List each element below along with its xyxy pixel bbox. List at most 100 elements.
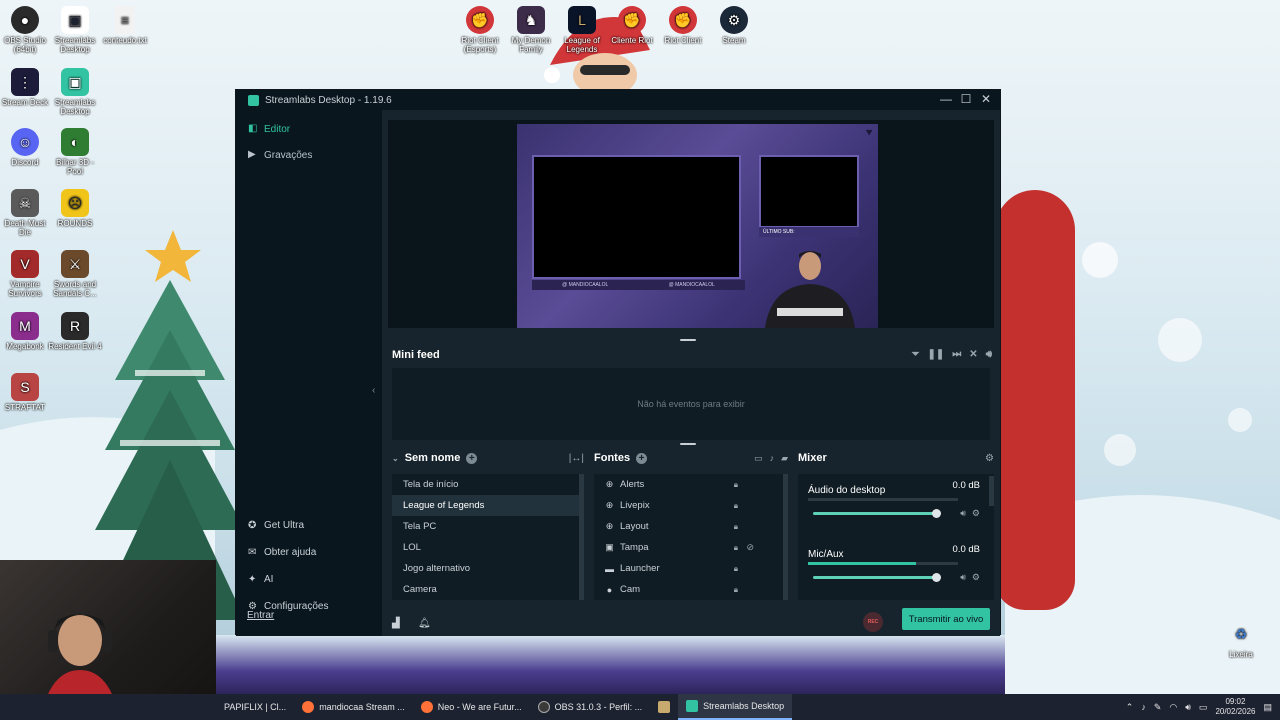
source-item[interactable]: ▣ Tampa 🔒︎ ⊘ bbox=[594, 537, 788, 558]
close-button[interactable]: ✕ bbox=[976, 92, 996, 108]
last-sub-label: ÚLTIMO SUB: bbox=[759, 227, 859, 237]
pause-icon[interactable]: ❚❚ bbox=[928, 349, 945, 360]
taskbar-item[interactable]: OBS 31.0.3 - Perfil: ... bbox=[530, 694, 651, 720]
desktop-icon[interactable]: ☺ Discord bbox=[0, 128, 52, 167]
lock-icon[interactable]: 🔒︎ bbox=[734, 522, 738, 532]
bell-icon[interactable]: 🔔︎ bbox=[418, 618, 431, 629]
add-source-button[interactable]: + bbox=[636, 452, 648, 464]
transition-icon[interactable]: |↔| bbox=[569, 453, 584, 464]
mic-icon[interactable]: ♪ bbox=[770, 453, 775, 464]
add-scene-button[interactable]: + bbox=[466, 452, 478, 464]
scene-item[interactable]: League of Legends bbox=[392, 495, 584, 516]
desktop-icon[interactable]: M Megabonk bbox=[0, 312, 52, 351]
taskbar-item[interactable]: PAPIFLIX | Cl... bbox=[216, 694, 294, 720]
scene-item[interactable]: Camera bbox=[392, 579, 584, 600]
pen-icon[interactable]: ✎ bbox=[1154, 702, 1162, 713]
scene-item[interactable]: Jogo alternativo bbox=[392, 558, 584, 579]
nav-ai[interactable]: ✦ AI bbox=[236, 566, 382, 593]
battery-icon[interactable]: ▭ bbox=[1199, 702, 1208, 713]
record-button[interactable]: REC bbox=[863, 612, 883, 632]
desktop-icon[interactable]: ☠ Death Must Die bbox=[0, 189, 52, 237]
scene-collection-name[interactable]: Sem nome bbox=[405, 452, 461, 464]
notification-icon[interactable]: ▤ bbox=[1263, 702, 1272, 713]
desktop-icon[interactable]: ♞ My Demon Family bbox=[504, 6, 558, 54]
maximize-button[interactable]: ☐ bbox=[956, 92, 976, 108]
resize-handle[interactable] bbox=[680, 443, 696, 445]
folder-icon[interactable]: ▰ bbox=[781, 453, 788, 464]
desktop-icon[interactable]: ◐ Bilhar 3D - Pool bbox=[48, 128, 102, 176]
slider-knob[interactable] bbox=[932, 573, 941, 582]
hidden-eye-icon[interactable]: ⊘ bbox=[746, 542, 754, 553]
volume-icon[interactable]: 🔊︎ bbox=[1185, 702, 1191, 713]
taskbar-item[interactable]: Neo - We are Futur... bbox=[413, 694, 530, 720]
go-live-button[interactable]: Transmitir ao vivo bbox=[902, 608, 990, 630]
scene-item[interactable]: Tela PC bbox=[392, 516, 584, 537]
source-item[interactable]: ● Cam 🔒︎ bbox=[594, 579, 788, 600]
nav-editor[interactable]: ◧ Editor bbox=[236, 116, 382, 142]
nav-get-ultra[interactable]: ✪ Get Ultra bbox=[236, 512, 382, 539]
desktop-icon[interactable]: ⋮ Stream Deck bbox=[0, 68, 52, 107]
minimize-button[interactable]: — bbox=[936, 92, 956, 108]
collapse-sidebar-icon[interactable]: ‹ bbox=[372, 385, 375, 396]
desktop-icon[interactable]: ⚙ Steam bbox=[707, 6, 761, 45]
wifi-icon[interactable]: ◠ bbox=[1169, 702, 1177, 713]
desktop-icon[interactable]: ✊ Cliente Riot bbox=[605, 6, 659, 45]
mute-notifications-icon[interactable]: ✕ bbox=[969, 349, 977, 360]
stream-preview[interactable]: ⯆ ÚLTIMO SUB: @ MANDIOCAALOL @ MANDIOCAA… bbox=[388, 120, 994, 328]
desktop-icon[interactable]: ♻ Lixeira bbox=[1214, 620, 1268, 660]
volume-icon[interactable]: 🔊︎ bbox=[986, 349, 992, 360]
desktop-icon[interactable]: ▣ Streamlabs Desktop bbox=[48, 6, 102, 54]
filter-icon[interactable]: ⏷ bbox=[912, 349, 920, 360]
desktop-icon[interactable]: R Resident Evil 4 bbox=[48, 312, 102, 351]
scene-item[interactable]: LOL bbox=[392, 537, 584, 558]
taskbar-item[interactable]: mandiocaa Stream ... bbox=[294, 694, 413, 720]
desktop-icon[interactable]: V Vampire Survivors bbox=[0, 250, 52, 298]
source-item[interactable]: ⊕ Livepix 🔒︎ bbox=[594, 495, 788, 516]
lock-icon[interactable]: 🔒︎ bbox=[734, 480, 738, 490]
skip-icon[interactable]: ⏭ bbox=[952, 349, 961, 360]
clock[interactable]: 09:02 20/02/2026 bbox=[1215, 697, 1255, 717]
nav-recordings[interactable]: ▶ Gravações bbox=[236, 142, 382, 168]
streamer-render bbox=[765, 251, 855, 328]
gear-icon[interactable]: ⚙ bbox=[985, 453, 994, 464]
volume-icon[interactable]: 🔊︎ bbox=[960, 508, 966, 519]
lock-icon[interactable]: 🔒︎ bbox=[734, 501, 738, 511]
lock-icon[interactable]: 🔒︎ bbox=[734, 585, 738, 595]
chevron-down-icon[interactable]: ⌄ bbox=[392, 454, 399, 463]
desktop-icon[interactable]: S STRAFTAT bbox=[0, 373, 52, 412]
volume-meter bbox=[808, 498, 958, 501]
gear-icon[interactable]: ⚙ bbox=[972, 572, 980, 583]
slider-knob[interactable] bbox=[932, 509, 941, 518]
window-title: Streamlabs Desktop - 1.19.6 bbox=[265, 94, 392, 106]
desktop-icon[interactable]: ▣ Streamlabs Desktop bbox=[48, 68, 102, 116]
display-icon[interactable]: ▭ bbox=[754, 453, 763, 464]
resize-handle[interactable] bbox=[680, 339, 696, 341]
volume-icon[interactable]: 🔊︎ bbox=[960, 572, 966, 583]
desktop-icon[interactable]: ✊ Riot Client bbox=[656, 6, 710, 45]
taskbar-item[interactable]: Streamlabs Desktop bbox=[678, 694, 793, 720]
taskbar-item[interactable] bbox=[650, 694, 678, 720]
chevron-up-icon[interactable]: ⌃ bbox=[1126, 702, 1134, 713]
desktop-icon[interactable]: ✊ Riot Client (Esports) bbox=[453, 6, 507, 54]
volume-slider[interactable] bbox=[813, 509, 941, 518]
stats-icon[interactable]: ▟ bbox=[392, 618, 400, 629]
scrollbar[interactable] bbox=[783, 474, 788, 600]
scrollbar[interactable] bbox=[579, 474, 584, 600]
source-item[interactable]: ⊕ Layout 🔒︎ bbox=[594, 516, 788, 537]
login-link[interactable]: Entrar bbox=[247, 610, 274, 621]
lock-icon[interactable]: 🔒︎ bbox=[734, 543, 738, 553]
lock-icon[interactable]: 🔒︎ bbox=[734, 564, 738, 574]
nav-help[interactable]: ✉ Obter ajuda bbox=[236, 539, 382, 566]
scene-item[interactable]: Tela de início bbox=[392, 474, 584, 495]
desktop-icon[interactable]: ● OBS Studio (64bit) bbox=[0, 6, 52, 54]
desktop-icon[interactable]: ☹ ROUNDS bbox=[48, 189, 102, 228]
mic-icon[interactable]: ♪ bbox=[1141, 702, 1146, 712]
desktop-icon[interactable]: L League of Legends bbox=[555, 6, 609, 54]
volume-slider[interactable] bbox=[813, 573, 941, 582]
desktop-icon[interactable]: ≡ conteudo.txt bbox=[98, 6, 152, 45]
gear-icon[interactable]: ⚙ bbox=[972, 508, 980, 519]
source-item[interactable]: ▬ Launcher 🔒︎ bbox=[594, 558, 788, 579]
desktop-icon[interactable]: ⚔ Swords and Sandals C... bbox=[48, 250, 102, 298]
source-item[interactable]: ⊕ Alerts 🔒︎ bbox=[594, 474, 788, 495]
scrollbar[interactable] bbox=[989, 476, 994, 506]
